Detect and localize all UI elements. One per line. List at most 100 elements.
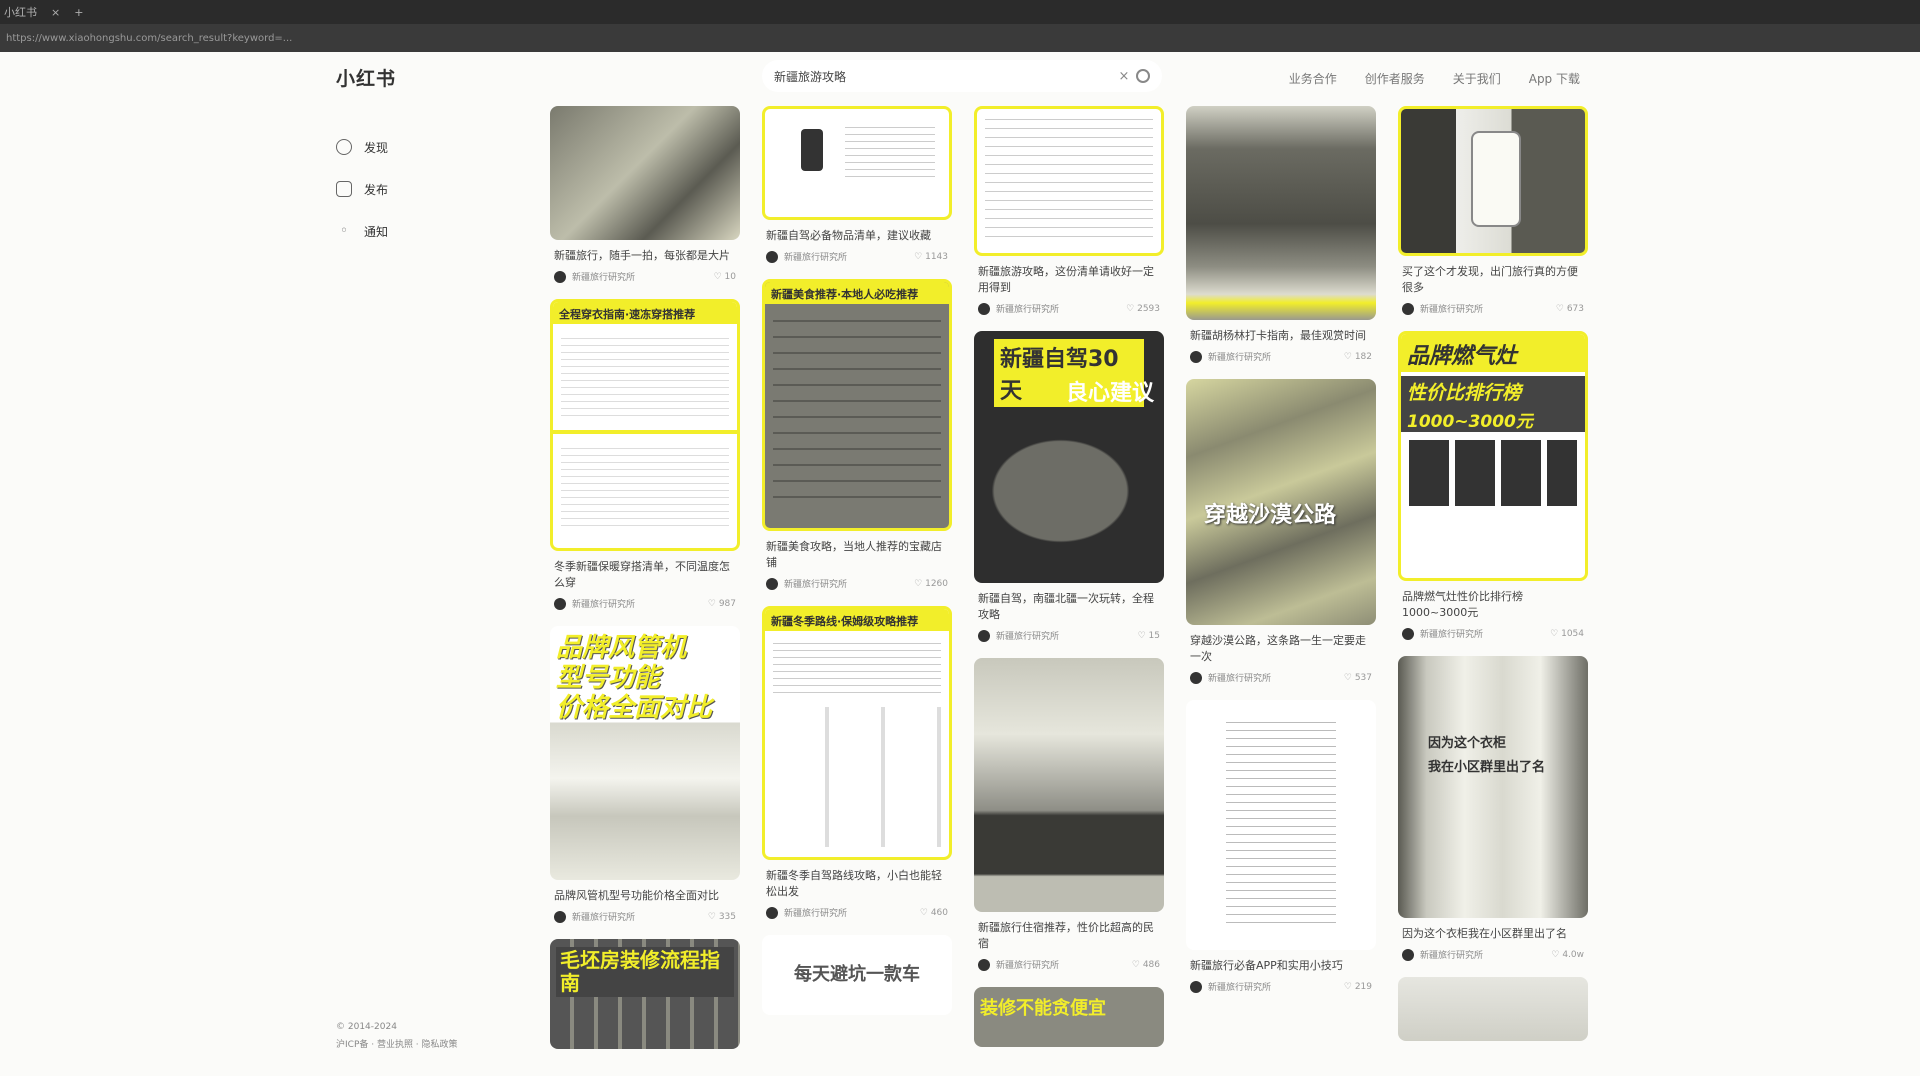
note-card[interactable]: 新疆旅游攻略，这份清单请收好一定用得到 新疆旅行研究所 ♡ 2593 <box>974 106 1164 315</box>
nav-about[interactable]: 关于我们 <box>1453 70 1501 87</box>
note-title[interactable]: 新疆美食攻略，当地人推荐的宝藏店铺 <box>762 539 952 571</box>
note-card[interactable]: 新疆旅行必备APP和实用小技巧 新疆旅行研究所 ♡ 219 <box>1186 700 1376 993</box>
avatar[interactable] <box>766 906 778 919</box>
site-logo[interactable]: 小红书 <box>336 64 396 91</box>
author-name[interactable]: 新疆旅行研究所 <box>996 302 1059 315</box>
note-title[interactable]: 新疆旅游攻略，这份清单请收好一定用得到 <box>974 264 1164 296</box>
avatar[interactable] <box>554 910 566 923</box>
note-cover[interactable] <box>762 106 952 220</box>
note-title[interactable]: 新疆旅行必备APP和实用小技巧 <box>1186 958 1376 974</box>
like-count[interactable]: ♡ 537 <box>1344 673 1372 683</box>
note-cover[interactable]: 穿越沙漠公路 <box>1186 379 1376 625</box>
note-cover[interactable]: 因为这个衣柜 我在小区群里出了名 <box>1398 656 1588 918</box>
tab-close-icon[interactable]: × <box>51 6 60 19</box>
like-count[interactable]: ♡ 1054 <box>1550 629 1584 639</box>
like-count[interactable]: ♡ 219 <box>1344 982 1372 992</box>
address-bar[interactable]: https://www.xiaohongshu.com/search_resul… <box>0 24 1920 52</box>
like-count[interactable]: ♡ 987 <box>708 599 736 609</box>
sidebar-item-notice[interactable]: ◦ 通知 <box>336 210 496 252</box>
author-name[interactable]: 新疆旅行研究所 <box>1420 627 1483 640</box>
note-title[interactable]: 新疆胡杨林打卡指南，最佳观赏时间 <box>1186 328 1376 344</box>
author-name[interactable]: 新疆旅行研究所 <box>784 250 847 263</box>
nav-app-download[interactable]: App 下载 <box>1529 70 1580 87</box>
sidebar-item-publish[interactable]: 发布 <box>336 168 496 210</box>
note-card[interactable]: 毛坯房装修流程指南 <box>550 939 740 1049</box>
avatar[interactable] <box>978 302 990 315</box>
note-card[interactable]: 买了这个才发现，出门旅行真的方便很多 新疆旅行研究所 ♡ 673 <box>1398 106 1588 315</box>
note-card[interactable] <box>1398 977 1588 1041</box>
note-card[interactable]: 新疆旅行，随手一拍，每张都是大片 新疆旅行研究所 ♡ 10 <box>550 106 740 283</box>
note-cover[interactable]: 毛坯房装修流程指南 <box>550 939 740 1049</box>
note-card[interactable]: 品牌风管机 型号功能 价格全面对比 品牌风管机型号功能价格全面对比 新疆旅行研究… <box>550 626 740 923</box>
note-cover[interactable] <box>1186 106 1376 320</box>
like-count[interactable]: ♡ 182 <box>1344 352 1372 362</box>
author-name[interactable]: 新疆旅行研究所 <box>1420 302 1483 315</box>
avatar[interactable] <box>554 270 566 283</box>
clear-search-icon[interactable]: × <box>1112 69 1136 84</box>
like-count[interactable]: ♡ 4.0w <box>1551 950 1584 960</box>
like-count[interactable]: ♡ 335 <box>708 912 736 922</box>
note-cover[interactable] <box>1186 700 1376 950</box>
avatar[interactable] <box>978 629 990 642</box>
note-cover[interactable]: 品牌燃气灶 性价比排行榜 1000~3000元 <box>1398 331 1588 581</box>
note-title[interactable]: 因为这个衣柜我在小区群里出了名 <box>1398 926 1588 942</box>
note-title[interactable]: 新疆旅行，随手一拍，每张都是大片 <box>550 248 740 264</box>
note-title[interactable]: 品牌燃气灶性价比排行榜 1000~3000元 <box>1398 589 1588 621</box>
note-card[interactable]: 穿越沙漠公路 穿越沙漠公路，这条路一生一定要走一次 新疆旅行研究所 ♡ 537 <box>1186 379 1376 684</box>
note-cover[interactable] <box>1398 106 1588 256</box>
author-name[interactable]: 新疆旅行研究所 <box>784 577 847 590</box>
note-cover[interactable] <box>1398 977 1588 1041</box>
note-cover[interactable] <box>974 658 1164 912</box>
avatar[interactable] <box>766 577 778 590</box>
search-icon[interactable] <box>1136 69 1150 83</box>
note-card[interactable]: 新疆自驾30天 良心建议 新疆自驾，南疆北疆一次玩转，全程攻略 新疆旅行研究所 ♡… <box>974 331 1164 642</box>
note-title[interactable]: 新疆旅行住宿推荐，性价比超高的民宿 <box>974 920 1164 952</box>
avatar[interactable] <box>1190 980 1202 993</box>
like-count[interactable]: ♡ 15 <box>1138 631 1160 641</box>
note-cover[interactable]: 装修不能贪便宜 <box>974 987 1164 1047</box>
like-count[interactable]: ♡ 486 <box>1132 960 1160 970</box>
note-card[interactable]: 品牌燃气灶 性价比排行榜 1000~3000元 品牌燃气灶性价比排行榜 1000… <box>1398 331 1588 640</box>
note-card[interactable]: 新疆冬季路线·保姆级攻略推荐 新疆冬季自驾路线攻略，小白也能轻松出发 新疆旅行研… <box>762 606 952 919</box>
author-name[interactable]: 新疆旅行研究所 <box>572 270 635 283</box>
avatar[interactable] <box>554 597 566 610</box>
note-title[interactable]: 买了这个才发现，出门旅行真的方便很多 <box>1398 264 1588 296</box>
note-cover[interactable]: 新疆冬季路线·保姆级攻略推荐 <box>762 606 952 860</box>
like-count[interactable]: ♡ 1260 <box>914 579 948 589</box>
like-count[interactable]: ♡ 1143 <box>914 252 948 262</box>
author-name[interactable]: 新疆旅行研究所 <box>1208 980 1271 993</box>
note-card[interactable]: 全程穿衣指南·速冻穿搭推荐 冬季新疆保暖穿搭清单，不同温度怎么穿 新疆旅行研究所… <box>550 299 740 610</box>
note-cover[interactable] <box>974 106 1164 256</box>
note-card[interactable]: 新疆旅行住宿推荐，性价比超高的民宿 新疆旅行研究所 ♡ 486 <box>974 658 1164 971</box>
note-card[interactable]: 装修不能贪便宜 <box>974 987 1164 1047</box>
note-card[interactable]: 因为这个衣柜 我在小区群里出了名 因为这个衣柜我在小区群里出了名 新疆旅行研究所… <box>1398 656 1588 961</box>
like-count[interactable]: ♡ 2593 <box>1126 304 1160 314</box>
author-name[interactable]: 新疆旅行研究所 <box>1208 350 1271 363</box>
author-name[interactable]: 新疆旅行研究所 <box>1420 948 1483 961</box>
author-name[interactable]: 新疆旅行研究所 <box>1208 671 1271 684</box>
avatar[interactable] <box>1402 627 1414 640</box>
note-card[interactable]: 每天避坑一款车 <box>762 935 952 1015</box>
like-count[interactable]: ♡ 10 <box>714 272 736 282</box>
note-title[interactable]: 穿越沙漠公路，这条路一生一定要走一次 <box>1186 633 1376 665</box>
new-tab-icon[interactable]: + <box>74 6 83 19</box>
like-count[interactable]: ♡ 673 <box>1556 304 1584 314</box>
author-name[interactable]: 新疆旅行研究所 <box>784 906 847 919</box>
note-card[interactable]: 新疆胡杨林打卡指南，最佳观赏时间 新疆旅行研究所 ♡ 182 <box>1186 106 1376 363</box>
browser-tab[interactable]: 小红书 <box>4 4 37 20</box>
note-title[interactable]: 冬季新疆保暖穿搭清单，不同温度怎么穿 <box>550 559 740 591</box>
search-input[interactable]: 新疆旅游攻略 <box>774 68 1112 85</box>
nav-business[interactable]: 业务合作 <box>1289 70 1337 87</box>
note-title[interactable]: 品牌风管机型号功能价格全面对比 <box>550 888 740 904</box>
nav-creator[interactable]: 创作者服务 <box>1365 70 1425 87</box>
avatar[interactable] <box>766 250 778 263</box>
note-card[interactable]: 新疆美食推荐·本地人必吃推荐 新疆美食攻略，当地人推荐的宝藏店铺 新疆旅行研究所… <box>762 279 952 590</box>
note-title[interactable]: 新疆自驾，南疆北疆一次玩转，全程攻略 <box>974 591 1164 623</box>
note-title[interactable]: 新疆冬季自驾路线攻略，小白也能轻松出发 <box>762 868 952 900</box>
author-name[interactable]: 新疆旅行研究所 <box>996 629 1059 642</box>
sidebar-item-discover[interactable]: 发现 <box>336 126 496 168</box>
like-count[interactable]: ♡ 460 <box>920 908 948 918</box>
note-cover[interactable]: 新疆自驾30天 良心建议 <box>974 331 1164 583</box>
note-cover[interactable]: 新疆美食推荐·本地人必吃推荐 <box>762 279 952 531</box>
author-name[interactable]: 新疆旅行研究所 <box>572 910 635 923</box>
